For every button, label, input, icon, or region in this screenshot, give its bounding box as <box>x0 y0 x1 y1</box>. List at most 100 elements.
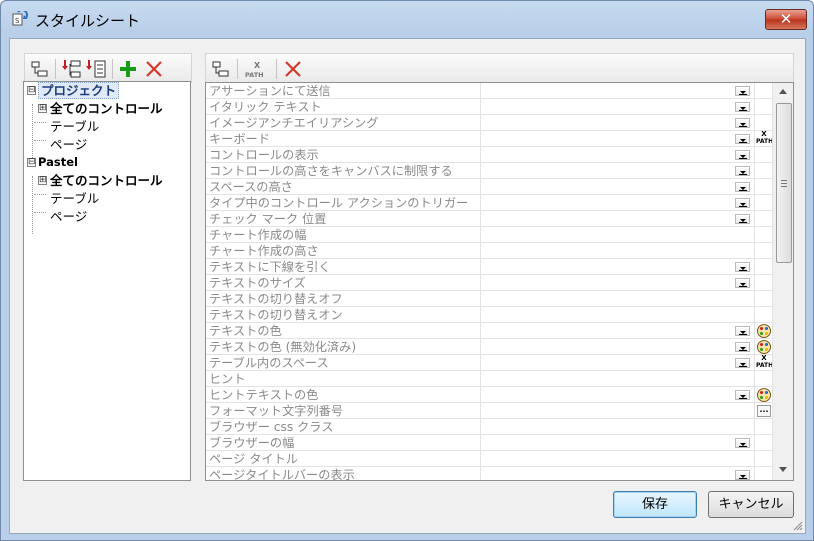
ellipsis-button[interactable]: ... <box>757 405 771 417</box>
property-value[interactable] <box>480 243 754 259</box>
dropdown-arrow-icon[interactable] <box>735 166 750 176</box>
property-value[interactable] <box>480 419 754 435</box>
resize-grip-icon[interactable] <box>791 519 803 531</box>
property-row[interactable]: チェック マーク 位置 <box>206 211 772 227</box>
color-palette-icon[interactable] <box>757 324 771 338</box>
tree-item-pastel[interactable]: Pastel <box>38 154 78 171</box>
cancel-button[interactable]: キャンセル <box>708 491 794 518</box>
property-row[interactable]: テキストの色 (無効化済み) <box>206 339 772 355</box>
xpath-icon[interactable]: X PATH <box>756 131 773 147</box>
property-value[interactable] <box>480 291 754 307</box>
add-icon[interactable] <box>117 58 139 80</box>
property-row[interactable]: テキストの色 <box>206 323 772 339</box>
xpath-icon[interactable]: X PATH <box>756 355 773 371</box>
property-value[interactable] <box>480 339 754 355</box>
title-bar[interactable]: S スタイルシート ✕ <box>1 1 813 37</box>
color-palette-icon[interactable] <box>757 340 771 354</box>
property-row[interactable]: ヒント <box>206 371 772 387</box>
property-value[interactable] <box>480 195 754 211</box>
tree-item-all-controls[interactable]: 全てのコントロール <box>50 172 163 189</box>
dropdown-arrow-icon[interactable] <box>735 358 750 368</box>
property-value[interactable] <box>480 371 754 387</box>
property-row[interactable]: テキストに下線を引く <box>206 259 772 275</box>
insert-before-icon[interactable] <box>61 58 83 80</box>
property-row[interactable]: テーブル内のスペース X PATH <box>206 355 773 371</box>
tree-item-project[interactable]: プロジェクト <box>38 82 120 99</box>
tree-item-all-controls[interactable]: 全てのコントロール <box>50 100 163 117</box>
property-value[interactable] <box>480 211 754 227</box>
property-value[interactable] <box>480 259 754 275</box>
property-value[interactable] <box>480 323 754 339</box>
property-row[interactable]: イタリック テキスト <box>206 99 772 115</box>
property-row[interactable]: ブラウザーの幅 <box>206 435 772 451</box>
property-row[interactable]: アサーションにて送信 <box>206 83 772 99</box>
insert-child-icon[interactable] <box>85 58 107 80</box>
property-row[interactable]: チャート作成の高さ <box>206 243 772 259</box>
property-value[interactable] <box>480 307 754 323</box>
dropdown-arrow-icon[interactable] <box>735 198 750 208</box>
dropdown-arrow-icon[interactable] <box>735 150 750 160</box>
delete-icon[interactable] <box>143 58 165 80</box>
property-row[interactable]: テキストの切り替えオフ <box>206 291 772 307</box>
dropdown-arrow-icon[interactable] <box>735 390 750 400</box>
scroll-up-icon[interactable] <box>777 85 789 97</box>
property-row[interactable]: ヒントテキストの色 <box>206 387 772 403</box>
property-row[interactable]: テキストのサイズ <box>206 275 772 291</box>
property-row[interactable]: タイプ中のコントロール アクションのトリガー <box>206 195 772 211</box>
dropdown-arrow-icon[interactable] <box>735 134 750 144</box>
dropdown-arrow-icon[interactable] <box>735 262 750 272</box>
property-row[interactable]: フォーマット文字列番号... <box>206 403 772 419</box>
property-row[interactable]: ページタイトルバーの表示 <box>206 467 772 480</box>
property-value[interactable] <box>480 147 754 163</box>
scroll-down-icon[interactable] <box>777 463 789 475</box>
property-value[interactable] <box>480 275 754 291</box>
property-value[interactable] <box>480 179 754 195</box>
property-value[interactable] <box>480 355 754 371</box>
property-value[interactable] <box>480 227 754 243</box>
property-value[interactable] <box>480 435 754 451</box>
expand-toggle-icon[interactable]: ⊞ <box>38 176 47 185</box>
property-value[interactable] <box>480 403 754 419</box>
property-row[interactable]: キーボード X PATH <box>206 131 773 147</box>
tree-item-page[interactable]: ページ <box>50 136 87 153</box>
dropdown-arrow-icon[interactable] <box>735 438 750 448</box>
dropdown-arrow-icon[interactable] <box>735 182 750 192</box>
dropdown-arrow-icon[interactable] <box>735 86 750 96</box>
property-row[interactable]: テキストの切り替えオン <box>206 307 772 323</box>
dropdown-arrow-icon[interactable] <box>735 342 750 352</box>
property-value[interactable] <box>480 387 754 403</box>
tree-item-table[interactable]: テーブル <box>50 118 99 135</box>
property-row[interactable]: コントロールの高さをキャンバスに制限する <box>206 163 772 179</box>
save-button[interactable]: 保存 <box>613 491 697 518</box>
collapse-toggle-icon[interactable]: ⊟ <box>27 86 36 95</box>
dropdown-arrow-icon[interactable] <box>735 214 750 224</box>
dropdown-arrow-icon[interactable] <box>735 326 750 336</box>
tree-structure-icon[interactable] <box>210 58 232 80</box>
property-value[interactable] <box>480 83 754 99</box>
property-value[interactable] <box>480 467 754 480</box>
dropdown-arrow-icon[interactable] <box>735 102 750 112</box>
tree-item-page[interactable]: ページ <box>50 208 87 225</box>
property-value[interactable] <box>480 131 754 147</box>
property-row[interactable]: ブラウザー css クラス <box>206 419 772 435</box>
close-button[interactable]: ✕ <box>765 9 807 30</box>
delete-icon[interactable] <box>282 58 304 80</box>
collapse-toggle-icon[interactable]: ⊟ <box>27 158 36 167</box>
property-row[interactable]: スペースの高さ <box>206 179 772 195</box>
color-palette-icon[interactable] <box>757 388 771 402</box>
dropdown-arrow-icon[interactable] <box>735 470 750 480</box>
property-row[interactable]: チャート作成の幅 <box>206 227 772 243</box>
tree-structure-icon[interactable] <box>29 58 51 80</box>
dropdown-arrow-icon[interactable] <box>735 278 750 288</box>
tree-item-table[interactable]: テーブル <box>50 190 99 207</box>
expand-toggle-icon[interactable]: ⊞ <box>38 104 47 113</box>
property-value[interactable] <box>480 99 754 115</box>
property-row[interactable]: ページ タイトル <box>206 451 772 467</box>
property-value[interactable] <box>480 163 754 179</box>
property-row[interactable]: コントロールの表示 <box>206 147 772 163</box>
dropdown-arrow-icon[interactable] <box>735 118 750 128</box>
property-row[interactable]: イメージアンチエイリアシング <box>206 115 772 131</box>
vertical-scrollbar[interactable] <box>772 83 793 480</box>
scrollbar-thumb[interactable] <box>776 103 792 263</box>
xpath-icon[interactable]: X PATH <box>244 58 270 80</box>
